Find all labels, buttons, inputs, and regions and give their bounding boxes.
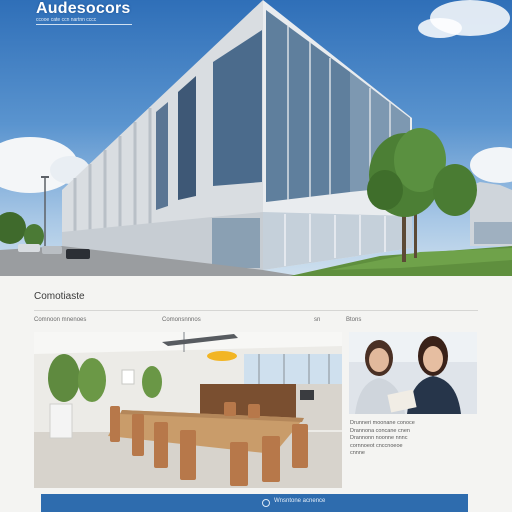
circle-info-icon xyxy=(262,499,270,507)
team-photo xyxy=(349,332,477,414)
brand-tagline: ccooe cate ccn nartnn cccc xyxy=(36,17,97,23)
caption-line-5: cnnne xyxy=(350,450,365,457)
content-section: Comotiaste Comnoon mnenoes Comonsnnnos s… xyxy=(0,276,512,512)
brand-logo-text[interactable]: Audesocors xyxy=(36,0,130,18)
building-exterior-illustration xyxy=(0,0,512,276)
meeting-room-photo xyxy=(34,332,342,488)
brand-underline xyxy=(36,24,132,25)
subnav-item-4[interactable]: Btons xyxy=(346,317,361,323)
subnav-item-1[interactable]: Comnoon mnenoes xyxy=(34,317,86,323)
team-caption: Drunneri moonane conoce Drannona concane… xyxy=(350,420,476,458)
caption-line-4: cornnoeot cnccnoeoe xyxy=(350,442,403,449)
subnav-item-3[interactable]: sn xyxy=(314,317,320,323)
footer-cta-bar[interactable]: Wnsntone acnence xyxy=(41,494,468,512)
caption-line-3: Drannonn noonne nnnc xyxy=(350,435,408,442)
subnav: Comnoon mnenoes Comonsnnnos sn Btons xyxy=(34,317,478,327)
caption-line-1: Drunneri moonane conoce xyxy=(350,420,415,426)
section-title: Comotiaste xyxy=(34,291,85,302)
hero-banner: Audesocors ccooe cate ccn nartnn cccc xyxy=(0,0,512,276)
caption-line-2: Drannona concane cnen xyxy=(350,427,410,434)
footer-cta-label: Wnsntone acnence xyxy=(274,498,326,504)
section-divider xyxy=(34,310,478,311)
subnav-item-2[interactable]: Comonsnnnos xyxy=(162,317,201,323)
